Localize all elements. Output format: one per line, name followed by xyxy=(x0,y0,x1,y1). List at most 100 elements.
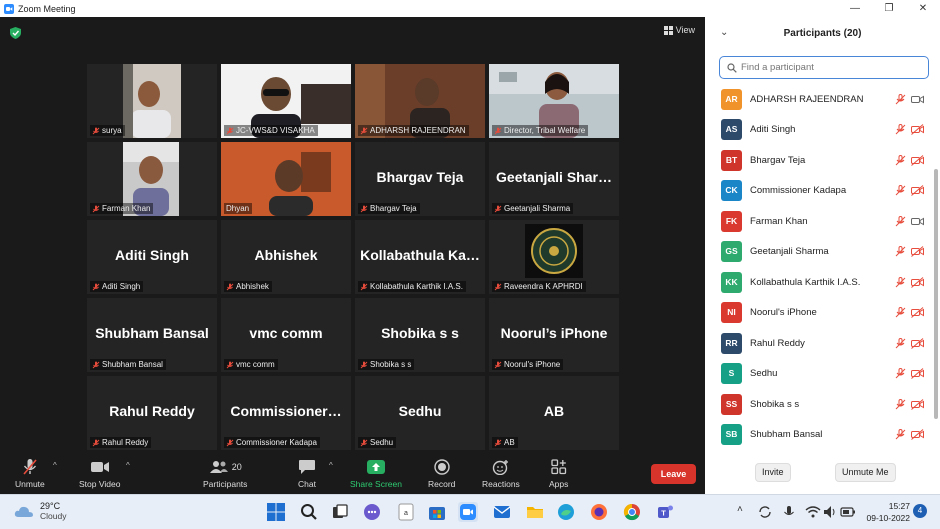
unmute-me-button[interactable]: Unmute Me xyxy=(835,463,896,482)
avatar: AR xyxy=(721,88,742,110)
avatar: NI xyxy=(721,302,742,323)
record-icon xyxy=(434,459,450,475)
participants-button[interactable]: 20 Participants xyxy=(203,457,247,489)
muted-mic-icon xyxy=(226,283,234,290)
chat-button[interactable]: Chat xyxy=(298,457,316,489)
apps-button[interactable]: Apps xyxy=(549,457,568,489)
video-tile[interactable]: Kollabathula Ka… Kollabathula Karthik I.… xyxy=(355,220,485,294)
video-tile[interactable]: Commissioner… Commissioner Kadapa xyxy=(221,376,351,450)
participant-row[interactable]: BT Bhargav Teja xyxy=(705,145,933,175)
video-tile[interactable]: Farman Khan xyxy=(87,142,217,216)
video-tile[interactable]: Aditi Singh Aditi Singh xyxy=(87,220,217,294)
record-button[interactable]: Record xyxy=(428,457,455,489)
participant-row[interactable]: AR ADHARSH RAJEENDRAN xyxy=(705,84,933,114)
muted-mic-icon xyxy=(494,205,502,212)
view-button[interactable]: View xyxy=(663,25,695,35)
security-shield-icon[interactable] xyxy=(10,27,21,39)
participant-row[interactable]: GS Geetanjali Sharma xyxy=(705,237,933,267)
video-off-icon xyxy=(911,185,924,196)
participant-row[interactable]: S Sedhu xyxy=(705,359,933,389)
stop-video-button[interactable]: Stop Video xyxy=(79,457,120,489)
muted-mic-icon xyxy=(494,283,502,290)
share-screen-button[interactable]: Share Screen xyxy=(350,457,402,489)
close-icon[interactable]: ✕ xyxy=(906,0,940,17)
file-explorer-icon[interactable] xyxy=(525,502,545,522)
windows-start-icon[interactable] xyxy=(266,502,286,522)
participant-row[interactable]: AS Aditi Singh xyxy=(705,115,933,145)
video-on-icon xyxy=(911,95,924,103)
clock-date: 09-10-2022 xyxy=(866,513,910,523)
firefox-icon[interactable] xyxy=(589,502,609,522)
muted-mic-icon xyxy=(92,205,100,212)
video-options-chevron-icon[interactable]: ^ xyxy=(126,461,130,470)
participant-display-name: Noorul’s iPhone xyxy=(500,325,608,341)
video-tile[interactable]: Rahul Reddy Rahul Reddy xyxy=(87,376,217,450)
video-tile[interactable]: Director, Tribal Welfare xyxy=(489,64,619,138)
video-tile[interactable]: ADHARSH RAJEENDRAN xyxy=(355,64,485,138)
unmute-button[interactable]: Unmute xyxy=(15,457,45,489)
video-tile[interactable]: surya xyxy=(87,64,217,138)
avatar: SB xyxy=(721,424,742,445)
chat-app-icon[interactable] xyxy=(362,502,382,522)
participant-name-tag: Commissioner Kadapa xyxy=(224,437,320,448)
meeting-toolbar: Unmute ^ Stop Video ^ 20 Participants Ch… xyxy=(0,453,705,494)
video-tile[interactable]: AB AB xyxy=(489,376,619,450)
reactions-button[interactable]: Reactions xyxy=(482,457,520,489)
video-tile[interactable]: Shubham Bansal Shubham Bansal xyxy=(87,298,217,372)
tray-overflow-chevron-icon[interactable]: ˄ xyxy=(737,504,743,515)
restore-icon[interactable]: ❐ xyxy=(872,0,906,17)
minimize-icon[interactable]: — xyxy=(838,0,872,17)
video-tile[interactable]: JC-VWS&D VISAKHA xyxy=(221,64,351,138)
video-tile[interactable]: vmc comm vmc comm xyxy=(221,298,351,372)
notepad-icon[interactable]: a xyxy=(396,502,416,522)
muted-mic-icon xyxy=(494,127,502,134)
participant-row[interactable]: FK Farman Khan xyxy=(705,206,933,236)
video-tile[interactable]: Sedhu Sedhu xyxy=(355,376,485,450)
participant-row[interactable]: KK Kollabathula Karthik I.A.S. xyxy=(705,267,933,297)
store-icon[interactable] xyxy=(427,502,447,522)
participant-row[interactable]: SS Shobika s s xyxy=(705,389,933,419)
muted-mic-icon xyxy=(92,361,100,368)
battery-icon[interactable] xyxy=(840,504,856,520)
chat-options-chevron-icon[interactable]: ^ xyxy=(329,461,333,470)
video-tile[interactable]: Shobika s s Shobika s s xyxy=(355,298,485,372)
avatar: BT xyxy=(721,149,742,171)
smiley-add-icon xyxy=(492,460,508,475)
wifi-icon[interactable] xyxy=(805,504,821,520)
search-input[interactable] xyxy=(741,62,921,73)
participant-row[interactable]: NI Noorul's iPhone xyxy=(705,298,933,328)
teams-icon[interactable]: T xyxy=(655,502,675,522)
video-tile[interactable]: Abhishek Abhishek xyxy=(221,220,351,294)
muted-mic-icon xyxy=(895,429,906,440)
task-view-icon[interactable] xyxy=(330,502,350,522)
chrome-icon[interactable] xyxy=(622,502,642,522)
notification-badge[interactable]: 4 xyxy=(913,504,927,518)
scrollbar-thumb[interactable] xyxy=(934,169,938,419)
mail-icon[interactable] xyxy=(492,502,512,522)
zoom-taskbar-icon[interactable] xyxy=(458,502,478,522)
search-icon[interactable] xyxy=(299,502,319,522)
participant-row[interactable]: SB Shubham Bansal xyxy=(705,420,933,450)
sync-icon[interactable] xyxy=(757,504,773,520)
system-clock[interactable]: 15:27 09-10-2022 xyxy=(860,500,910,524)
edge-browser-icon[interactable] xyxy=(556,502,576,522)
video-tile[interactable]: Noorul’s iPhone Noorul's iPhone xyxy=(489,298,619,372)
invite-button[interactable]: Invite xyxy=(755,463,791,482)
weather-widget[interactable]: 29°C Cloudy xyxy=(14,501,66,521)
muted-mic-icon xyxy=(226,361,234,368)
volume-icon[interactable] xyxy=(822,504,838,520)
audio-options-chevron-icon[interactable]: ^ xyxy=(53,461,57,470)
video-tile[interactable]: Geetanjali Shar… Geetanjali Sharma xyxy=(489,142,619,216)
video-tile-active-speaker[interactable]: Dhyan xyxy=(221,142,351,216)
leave-button[interactable]: Leave xyxy=(651,464,696,484)
microphone-icon[interactable] xyxy=(781,504,797,520)
panel-scrollbar[interactable] xyxy=(933,84,938,444)
participant-name: Aditi Singh xyxy=(750,124,796,135)
window-title: Zoom Meeting xyxy=(18,3,76,14)
video-tile[interactable]: Bhargav Teja Bhargav Teja xyxy=(355,142,485,216)
participant-search[interactable] xyxy=(719,56,929,79)
svg-text:a: a xyxy=(404,510,408,517)
participant-row[interactable]: CK Commissioner Kadapa xyxy=(705,176,933,206)
participant-row[interactable]: RR Rahul Reddy xyxy=(705,328,933,358)
video-tile[interactable]: Raveendra K APHRDI xyxy=(489,220,619,294)
